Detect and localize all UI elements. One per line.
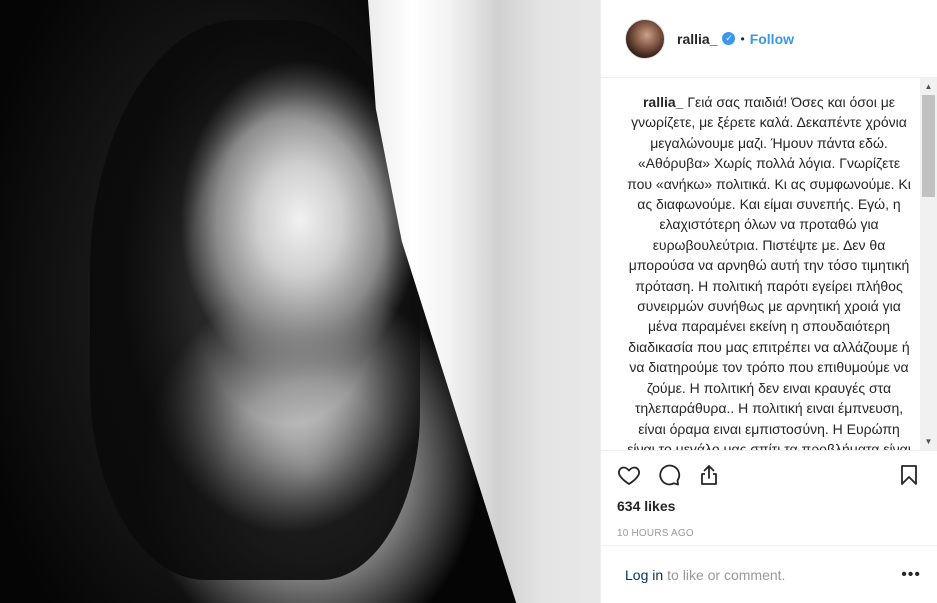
bookmark-icon[interactable] bbox=[897, 463, 921, 487]
header-user-line: rallia_ ✓ • Follow bbox=[677, 31, 794, 47]
post-photo[interactable] bbox=[0, 0, 600, 603]
likes-count[interactable]: 634 likes bbox=[617, 498, 921, 514]
comment-icon[interactable] bbox=[657, 463, 681, 487]
instagram-post: rallia_ ✓ • Follow rallia_ Γειά σας παιδ… bbox=[0, 0, 937, 603]
scroll-up-arrow-icon[interactable]: ▲ bbox=[920, 78, 937, 95]
actions-section: 634 likes 10 HOURS AGO bbox=[601, 450, 937, 545]
caption-area[interactable]: rallia_ Γειά σας παιδιά! Όσες και όσοι μ… bbox=[601, 78, 937, 450]
post-timestamp[interactable]: 10 HOURS AGO bbox=[617, 528, 921, 539]
photo-hair-shadow bbox=[90, 20, 420, 580]
photo-curtain-shade bbox=[470, 0, 600, 603]
more-options-icon[interactable]: ••• bbox=[901, 566, 921, 584]
caption-username-link[interactable]: rallia_ bbox=[643, 94, 683, 110]
share-icon[interactable] bbox=[697, 463, 721, 487]
comment-prompt-text: to like or comment. bbox=[667, 566, 786, 583]
action-icons bbox=[617, 457, 921, 493]
login-link[interactable]: Log in bbox=[625, 567, 663, 583]
comment-bar: Log in to like or comment. ••• bbox=[601, 545, 937, 603]
follow-button[interactable]: Follow bbox=[750, 31, 794, 47]
caption-text: Γειά σας παιδιά! Όσες και όσοι με γνωρίζ… bbox=[627, 94, 911, 450]
post-side-panel: rallia_ ✓ • Follow rallia_ Γειά σας παιδ… bbox=[600, 0, 937, 603]
scrollbar-thumb[interactable] bbox=[922, 95, 935, 197]
verified-badge-icon: ✓ bbox=[722, 32, 736, 45]
username-link[interactable]: rallia_ bbox=[677, 31, 717, 47]
separator-dot: • bbox=[740, 31, 745, 46]
scroll-down-arrow-icon[interactable]: ▼ bbox=[920, 433, 937, 450]
avatar[interactable] bbox=[625, 18, 665, 59]
heart-icon[interactable] bbox=[617, 463, 641, 487]
post-header: rallia_ ✓ • Follow bbox=[601, 0, 937, 78]
caption-scrollbar[interactable]: ▲ ▼ bbox=[920, 78, 937, 450]
caption: rallia_ Γειά σας παιδιά! Όσες και όσοι μ… bbox=[625, 92, 913, 450]
